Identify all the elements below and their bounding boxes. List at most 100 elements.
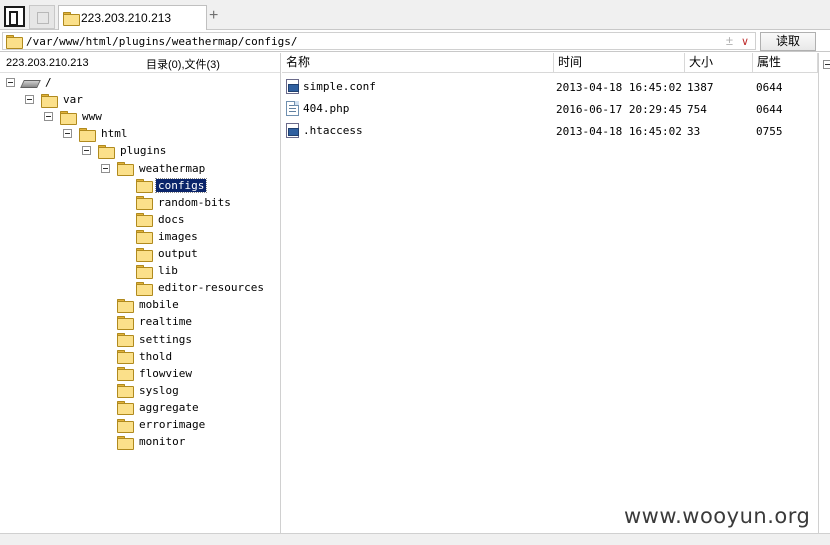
file-time-cell: 2016-06-17 20:29:45: [556, 103, 682, 116]
folder-icon: [117, 384, 134, 399]
tree-node-label: errorimage: [139, 418, 206, 431]
file-name-cell: 404.php: [286, 101, 349, 116]
tree-node[interactable]: plugins: [82, 142, 168, 159]
file-size-cell: 754: [687, 103, 707, 116]
file-attr-cell: 0644: [756, 103, 783, 116]
tree-node-label: plugins: [120, 144, 167, 158]
tree-node[interactable]: configs: [136, 177, 208, 194]
tree-node[interactable]: syslog: [117, 382, 181, 399]
conf-file-icon: [286, 79, 299, 94]
collapse-icon[interactable]: [82, 146, 91, 156]
file-size-cell: 1387: [687, 81, 714, 94]
folder-icon: [136, 264, 153, 279]
tree-node[interactable]: editor-resources: [136, 279, 266, 296]
tree-node[interactable]: random-bits: [136, 194, 233, 211]
tree-node[interactable]: flowview: [117, 365, 194, 382]
tree-node[interactable]: www: [44, 108, 104, 125]
file-row[interactable]: 404.php 2016-06-17 20:29:45 754 0644: [282, 99, 818, 121]
collapse-icon[interactable]: [63, 129, 72, 139]
tree-node-label: lib: [158, 264, 178, 278]
folder-icon: [117, 162, 134, 176]
folder-icon: [136, 196, 153, 211]
tab-bar: 223.203.210.213 +: [0, 0, 830, 30]
conf-file-icon: [286, 123, 299, 138]
folder-icon: [136, 247, 153, 262]
tree-node[interactable]: lib: [136, 262, 180, 279]
tree-node[interactable]: thold: [117, 348, 174, 365]
plus-icon[interactable]: ±: [726, 33, 733, 49]
tree-node-label: docs: [158, 212, 185, 226]
tree-node-label: settings: [139, 332, 192, 346]
tree-node[interactable]: monitor: [117, 433, 187, 450]
path-text: /var/www/html/plugins/weathermap/configs…: [26, 34, 298, 48]
folder-icon: [6, 35, 23, 49]
tree-node[interactable]: output: [136, 245, 200, 262]
folder-icon: [136, 281, 153, 296]
folder-icon: [136, 179, 153, 194]
tree-node-label: /: [45, 76, 52, 89]
host-label: 223.203.210.213: [6, 57, 89, 69]
file-name: .htaccess: [303, 124, 363, 137]
collapse-toggle[interactable]: [823, 60, 830, 69]
tree-node[interactable]: settings: [117, 331, 194, 348]
tab-label: 223.203.210.213: [81, 11, 172, 25]
tree-node[interactable]: html: [63, 125, 130, 142]
collapse-icon[interactable]: [44, 112, 53, 122]
column-header-name[interactable]: 名称: [282, 53, 554, 73]
php-file-icon: [286, 101, 299, 116]
collapse-icon[interactable]: [6, 78, 15, 87]
file-time-cell: 2013-04-18 16:45:02: [556, 81, 682, 94]
tree-node-label: images: [158, 229, 198, 243]
column-header-size[interactable]: 大小: [685, 53, 753, 73]
tree-node[interactable]: mobile: [117, 296, 181, 313]
blank-tab-button[interactable]: [29, 5, 55, 29]
folder-icon: [117, 315, 134, 330]
folder-icon: [117, 298, 134, 313]
tree-node[interactable]: errorimage: [117, 416, 207, 433]
tree-node-label: thold: [139, 349, 173, 363]
tree-node-label: html: [101, 127, 128, 141]
collapse-icon[interactable]: [25, 95, 34, 105]
tree-node[interactable]: images: [136, 228, 200, 245]
tree-node[interactable]: docs: [136, 211, 187, 228]
file-list-panel: 名称 时间 大小 属性 simple.conf 2013-04-18 16:45:…: [282, 53, 818, 533]
tree-node[interactable]: var: [25, 91, 85, 108]
file-row[interactable]: .htaccess 2013-04-18 16:45:02 33 0755: [282, 121, 818, 143]
folder-icon: [117, 435, 134, 450]
folder-icon: [117, 367, 134, 382]
folder-icon: [60, 110, 77, 125]
column-header-attr[interactable]: 属性: [753, 53, 818, 73]
tree-node-label: syslog: [139, 383, 179, 397]
read-button[interactable]: 读取: [760, 32, 816, 51]
chevron-down-icon[interactable]: ∨: [741, 34, 749, 50]
sidebar-toggle-button[interactable]: [4, 6, 25, 27]
tree-node[interactable]: aggregate: [117, 399, 201, 416]
file-name-cell: simple.conf: [286, 79, 376, 94]
folder-icon: [63, 12, 80, 26]
tab-host[interactable]: 223.203.210.213: [58, 5, 207, 30]
tree-node-label: flowview: [139, 366, 192, 380]
folder-icon: [117, 401, 134, 416]
drive-icon: [22, 78, 38, 88]
folder-icon: [117, 333, 134, 347]
tree-node[interactable]: realtime: [117, 313, 194, 330]
side-strip: [818, 53, 830, 533]
path-input[interactable]: /var/www/html/plugins/weathermap/configs…: [2, 32, 756, 50]
tree-node[interactable]: weathermap: [101, 160, 207, 177]
add-tab-button[interactable]: +: [209, 8, 218, 24]
tree-node-label: editor-resources: [158, 281, 264, 295]
tree-node-label: configs: [154, 177, 208, 193]
file-attr-cell: 0755: [756, 125, 783, 138]
folder-icon: [117, 350, 134, 365]
file-row[interactable]: simple.conf 2013-04-18 16:45:02 1387 0644: [282, 77, 818, 99]
file-name-cell: .htaccess: [286, 123, 363, 138]
tree-node[interactable]: /: [6, 74, 54, 91]
folder-icon: [136, 230, 153, 245]
tree-node-label: www: [82, 110, 102, 124]
tree-node-label: realtime: [139, 315, 192, 329]
address-bar: /var/www/html/plugins/weathermap/configs…: [0, 31, 830, 52]
tree-node-label: output: [158, 247, 198, 260]
file-attr-cell: 0644: [756, 81, 783, 94]
column-header-time[interactable]: 时间: [554, 53, 685, 73]
collapse-icon[interactable]: [101, 163, 110, 173]
